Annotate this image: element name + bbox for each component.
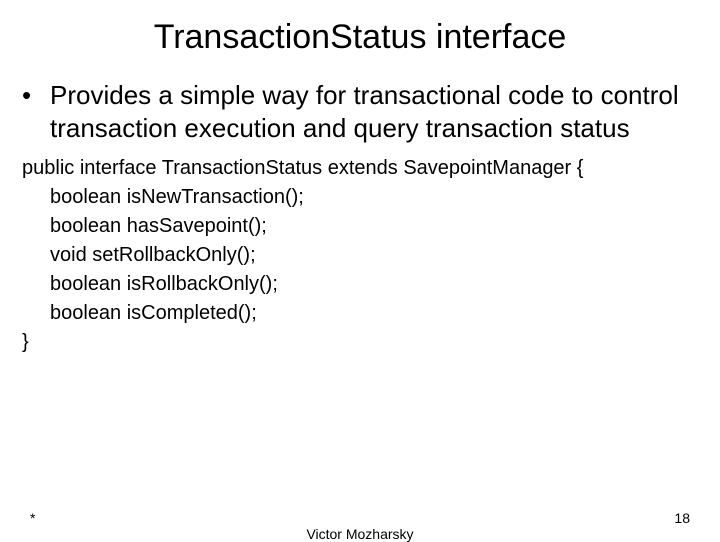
slide-content: • Provides a simple way for transactiona… (0, 79, 720, 357)
code-block: public interface TransactionStatus exten… (22, 154, 710, 357)
footer-date-placeholder: * (30, 510, 35, 526)
code-line-declaration: public interface TransactionStatus exten… (22, 154, 710, 183)
bullet-marker: • (22, 79, 50, 112)
footer-slide-number: 18 (674, 510, 690, 526)
code-line-method: boolean isNewTransaction(); (22, 183, 710, 212)
code-line-method: boolean isCompleted(); (22, 299, 710, 328)
bullet-item: • Provides a simple way for transactiona… (22, 79, 710, 146)
code-line-method: boolean isRollbackOnly(); (22, 270, 710, 299)
code-line-method: boolean hasSavepoint(); (22, 212, 710, 241)
code-line-close-brace: } (22, 328, 710, 357)
bullet-text: Provides a simple way for transactional … (50, 79, 710, 146)
slide-title: TransactionStatus interface (0, 0, 720, 79)
code-line-method: void setRollbackOnly(); (22, 241, 710, 270)
